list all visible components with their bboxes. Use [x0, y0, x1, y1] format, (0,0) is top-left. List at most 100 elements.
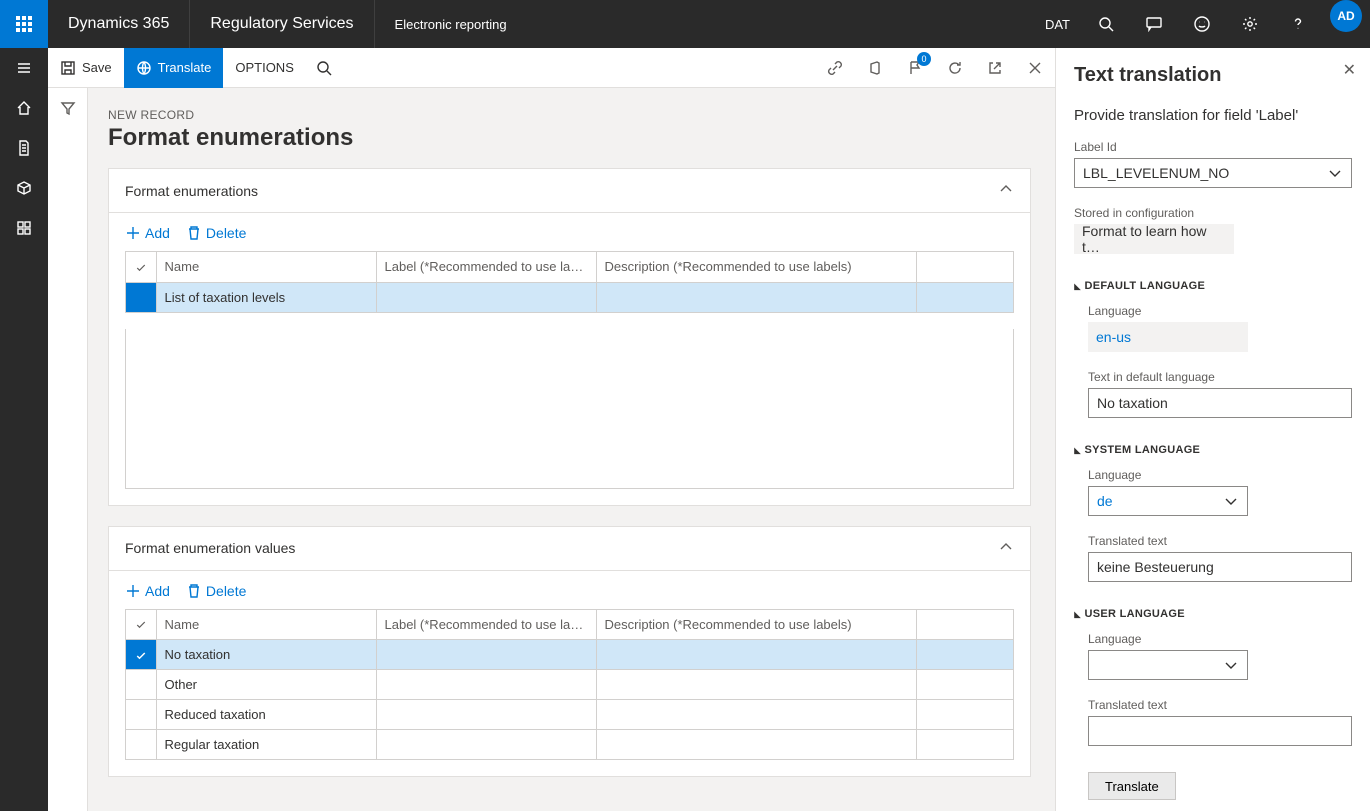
help-button[interactable] — [1274, 0, 1322, 48]
nav-recent[interactable] — [0, 128, 48, 168]
select-all[interactable] — [126, 610, 156, 640]
table-row[interactable]: Regular taxation — [126, 730, 1013, 760]
cell-desc[interactable] — [596, 670, 916, 700]
user-lang-select[interactable] — [1088, 650, 1248, 680]
pane-close-button[interactable]: ✕ — [1343, 60, 1356, 80]
hamburger-icon — [16, 60, 32, 76]
avatar-initials: AD — [1337, 9, 1354, 23]
section-system-language[interactable]: SYSTEM LANGUAGE — [1074, 444, 1352, 456]
cell-desc[interactable] — [596, 640, 916, 670]
collapse-button[interactable] — [998, 539, 1014, 558]
cell-spacer — [916, 282, 1013, 312]
card-head[interactable]: Format enumeration values — [109, 527, 1030, 571]
default-text-field: Text in default language No taxation — [1088, 370, 1352, 418]
user-avatar[interactable]: AD — [1330, 0, 1362, 32]
settings-button[interactable] — [1226, 0, 1274, 48]
chevron-down-icon — [1327, 165, 1343, 181]
check-icon — [135, 262, 147, 274]
row-selector[interactable] — [126, 670, 156, 700]
check-icon — [135, 619, 147, 631]
table-row[interactable]: List of taxation levels — [126, 282, 1013, 312]
add-button[interactable]: Add — [125, 225, 170, 241]
popout-button[interactable] — [975, 48, 1015, 88]
delete-button[interactable]: Delete — [186, 225, 246, 241]
collapse-button[interactable] — [998, 181, 1014, 200]
cell-name[interactable]: Regular taxation — [156, 730, 376, 760]
save-label: Save — [82, 60, 112, 75]
nav-home[interactable] — [0, 88, 48, 128]
feedback-button[interactable] — [1178, 0, 1226, 48]
notifications-button[interactable]: 0 — [895, 48, 935, 88]
card-toolbar: Add Delete — [109, 571, 1030, 609]
cell-name[interactable]: No taxation — [156, 640, 376, 670]
close-button[interactable] — [1015, 48, 1055, 88]
cell-name[interactable]: Reduced taxation — [156, 700, 376, 730]
section-user-language[interactable]: USER LANGUAGE — [1074, 608, 1352, 620]
col-desc[interactable]: Description (*Recommended to use labels) — [596, 252, 916, 282]
cell-label[interactable] — [376, 282, 596, 312]
nav-expand-button[interactable] — [0, 48, 48, 88]
search-button[interactable] — [1082, 0, 1130, 48]
card-format-enumeration-values: Format enumeration values Add Delete — [108, 526, 1031, 778]
system-translated-input[interactable]: keine Besteuerung — [1088, 552, 1352, 582]
delete-button[interactable]: Delete — [186, 583, 246, 599]
row-selector[interactable] — [126, 700, 156, 730]
find-button[interactable] — [306, 48, 342, 88]
breadcrumb[interactable]: Electronic reporting — [375, 0, 527, 48]
company-picker[interactable]: DAT — [1033, 0, 1082, 48]
messages-button[interactable] — [1130, 0, 1178, 48]
row-selector[interactable] — [126, 730, 156, 760]
app-launcher-button[interactable] — [0, 0, 48, 48]
section-default-language[interactable]: DEFAULT LANGUAGE — [1074, 280, 1352, 292]
table-row[interactable]: Reduced taxation — [126, 700, 1013, 730]
cell-desc[interactable] — [596, 730, 916, 760]
grid-empty-area[interactable] — [125, 329, 1014, 489]
translate-action-button[interactable]: Translate — [1088, 772, 1176, 800]
chevron-down-icon — [1223, 657, 1239, 673]
office-icon — [867, 60, 883, 76]
language-label: Language — [1088, 632, 1352, 646]
save-button[interactable]: Save — [48, 48, 124, 88]
cell-label[interactable] — [376, 640, 596, 670]
col-desc[interactable]: Description (*Recommended to use labels) — [596, 610, 916, 640]
nav-modules[interactable] — [0, 208, 48, 248]
system-lang-select[interactable]: de — [1088, 486, 1248, 516]
refresh-button[interactable] — [935, 48, 975, 88]
cell-label[interactable] — [376, 670, 596, 700]
cell-name[interactable]: Other — [156, 670, 376, 700]
default-text-label: Text in default language — [1088, 370, 1352, 384]
attach-button[interactable] — [815, 48, 855, 88]
col-label[interactable]: Label (*Recommended to use labels) — [376, 610, 596, 640]
default-text-input[interactable]: No taxation — [1088, 388, 1352, 418]
default-lang-link[interactable]: en-us — [1096, 329, 1131, 345]
select-all[interactable] — [126, 252, 156, 282]
workarea: Save Translate OPTIONS 0 — [48, 48, 1055, 811]
labelid-select[interactable]: LBL_LEVELENUM_NO — [1074, 158, 1352, 188]
delete-label: Delete — [206, 583, 246, 599]
nav-workspaces[interactable] — [0, 168, 48, 208]
cell-name[interactable]: List of taxation levels — [156, 282, 376, 312]
page-head: NEW RECORD Format enumerations — [108, 88, 1031, 168]
options-button[interactable]: OPTIONS — [223, 48, 306, 88]
add-button[interactable]: Add — [125, 583, 170, 599]
language-label: Language — [1088, 304, 1352, 318]
default-text-value: No taxation — [1097, 395, 1168, 411]
card-head[interactable]: Format enumerations — [109, 169, 1030, 213]
user-translated-input[interactable] — [1088, 716, 1352, 746]
table-row[interactable]: Other — [126, 670, 1013, 700]
home-icon — [16, 100, 32, 116]
content-wrap: NEW RECORD Format enumerations Format en… — [48, 88, 1055, 811]
translate-button[interactable]: Translate — [124, 48, 224, 88]
row-selector[interactable] — [126, 640, 156, 670]
col-name[interactable]: Name — [156, 252, 376, 282]
table-row[interactable]: No taxation — [126, 640, 1013, 670]
cell-label[interactable] — [376, 730, 596, 760]
office-button[interactable] — [855, 48, 895, 88]
filter-button[interactable] — [60, 100, 76, 119]
cell-label[interactable] — [376, 700, 596, 730]
col-name[interactable]: Name — [156, 610, 376, 640]
cell-desc[interactable] — [596, 282, 916, 312]
row-selector[interactable] — [126, 282, 156, 312]
cell-desc[interactable] — [596, 700, 916, 730]
col-label[interactable]: Label (*Recommended to use labels) — [376, 252, 596, 282]
